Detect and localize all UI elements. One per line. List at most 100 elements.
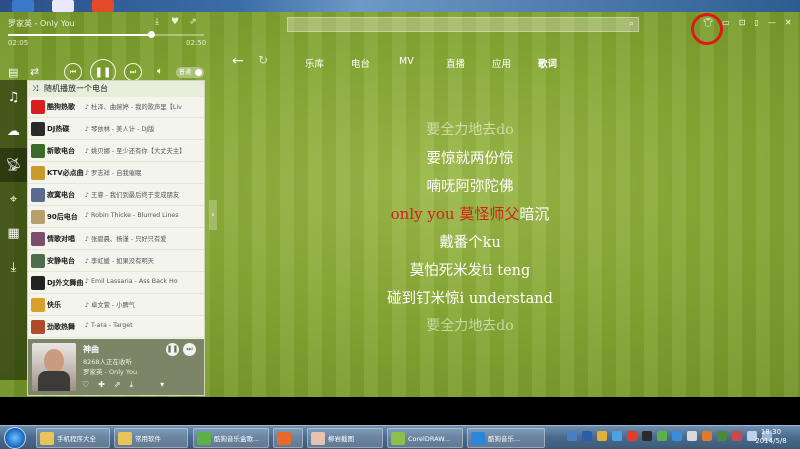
nav-tab[interactable]: MV [399, 56, 414, 67]
mini-mode-icon[interactable]: ⊡ [739, 18, 746, 27]
station-row[interactable]: 情歌对唱 ♪ 张碧晨、杨谨 - 只好只有爱 [28, 229, 204, 250]
heart-icon[interactable]: ♥ [170, 17, 180, 27]
pause-icon[interactable]: ❚❚ [166, 343, 179, 356]
station-thumbnail [31, 122, 45, 136]
add-icon[interactable]: ✚ [98, 380, 105, 390]
taskbar-button[interactable]: 常用软件 [114, 428, 188, 448]
station-row[interactable]: 劲歌热舞 ♪ T-ara - Target [28, 317, 204, 338]
nav-tab[interactable]: 电台 [351, 56, 370, 70]
station-row[interactable]: 快乐 ♪ 卓文萱 - 小脾气 [28, 295, 204, 316]
collapse-panel-handle[interactable]: ‹ [209, 200, 217, 230]
nav-tab[interactable]: 乐库 [305, 56, 324, 70]
listener-count: 8268人正在收听 [83, 358, 133, 366]
taskbar-button[interactable]: 手机程序大全 [36, 428, 110, 448]
station-current-song: ♪ 张碧晨、杨谨 - 只好只有爱 [85, 236, 167, 243]
sound-mode-toggle[interactable]: 普通 [176, 67, 204, 78]
progress-bar[interactable] [8, 31, 204, 38]
cloud-icon[interactable]: ☁ [0, 114, 27, 148]
nav-tab[interactable]: 歌词 [538, 56, 557, 70]
taskbar-button[interactable] [273, 428, 303, 448]
tray-icon[interactable] [597, 431, 607, 441]
station-current-song: ♪ Robin Thicke - Blurred Lines [85, 212, 179, 219]
taskbar-button[interactable]: 酷狗音乐盒歌... [193, 428, 269, 448]
phone-icon[interactable]: ▯ [754, 18, 758, 27]
desktop-background [0, 0, 800, 12]
lyric-line: 要全力地去do [426, 318, 514, 334]
station-row[interactable]: 寂寞电台 ♪ 王睿 - 我们到最后终于变成朋友 [28, 185, 204, 206]
tray-icon[interactable] [717, 431, 727, 441]
taskbar-button[interactable]: CorelDRAW... [387, 428, 463, 448]
station-thumbnail [31, 166, 45, 180]
tray-icon[interactable] [702, 431, 712, 441]
station-thumbnail [31, 100, 45, 114]
station-row[interactable]: 新歌电台 ♪ 姚贝娜 - 至少还有你【大丈夫主】 [28, 141, 204, 162]
system-clock[interactable]: 18:30 2014/5/8 [746, 428, 796, 446]
station-current-song: ♪ 罗志祥 - 自我催眠 [85, 170, 142, 177]
tray-icon[interactable] [672, 431, 682, 441]
station-row[interactable]: 90后电台 ♪ Robin Thicke - Blurred Lines [28, 207, 204, 228]
taskbar-label: 手机程序大全 [57, 435, 96, 443]
message-icon[interactable]: ▭ [722, 18, 730, 27]
share-icon[interactable]: ⇗ [114, 380, 121, 390]
download-manager-icon[interactable]: ⤓ [0, 250, 27, 284]
station-row[interactable]: KTV必点曲 ♪ 罗志祥 - 自我催眠 [28, 163, 204, 184]
location-icon[interactable]: ⌖ [0, 182, 27, 216]
refresh-icon[interactable]: ↻ [258, 53, 268, 67]
station-row[interactable]: DJ热碟 ♪ 琴依林 - 美人计 - DJ版 [28, 119, 204, 140]
share-icon[interactable]: ⇗ [188, 17, 198, 27]
current-song-title: 罗家英 - Only You [8, 19, 75, 28]
document-icon[interactable]: ▦ [0, 216, 27, 250]
station-name: 90后电台 [47, 213, 78, 221]
red-annotation-circle [688, 10, 726, 48]
shuffle-icon[interactable]: ⇄ [30, 65, 39, 78]
random-station-button[interactable]: ⤨ 随机播放一个电台 [28, 81, 204, 97]
tray-icon[interactable] [657, 431, 667, 441]
station-row[interactable]: 安静电台 ♪ 李虹媛 - 如果没有明天 [28, 251, 204, 272]
tray-icon[interactable] [612, 431, 622, 441]
playlist-icon[interactable]: ▤ [8, 66, 18, 79]
station-row[interactable]: DJ外文舞曲 ♪ Emil Lassaria - Ass Back Ho [28, 273, 204, 294]
back-arrow-icon[interactable]: ← [232, 53, 244, 69]
desktop-icon[interactable] [12, 0, 34, 12]
minimize-icon[interactable]: — [768, 18, 776, 27]
taskbar-button[interactable]: 酷狗音乐... [467, 428, 545, 448]
download-icon[interactable]: ⤓ [130, 380, 134, 390]
lyric-line: 喃呒阿弥陀佛 [426, 179, 514, 195]
desktop-icon[interactable] [92, 0, 114, 12]
download-icon[interactable]: ⤓ [152, 17, 162, 27]
station-name: 新歌电台 [47, 147, 75, 155]
tray-icon[interactable] [627, 431, 637, 441]
station-thumbnail [31, 188, 45, 202]
radio-icon[interactable]: 📡︎ [0, 148, 27, 182]
music-note-icon[interactable]: ♫ [0, 80, 27, 114]
tray-icon[interactable] [732, 431, 742, 441]
next-icon[interactable]: ⏭ [183, 343, 196, 356]
app-icon [311, 432, 325, 445]
previous-button[interactable]: ⏮ [64, 63, 82, 81]
close-icon[interactable]: ✕ [785, 18, 792, 27]
more-chevron-icon[interactable]: ▾ [160, 380, 164, 390]
tray-icon[interactable] [642, 431, 652, 441]
nav-tab[interactable]: 直播 [446, 56, 465, 70]
progress-knob[interactable] [148, 31, 156, 38]
search-input[interactable]: ⌕ [287, 17, 639, 32]
nav-tab[interactable]: 应用 [492, 56, 511, 70]
search-icon[interactable]: ⌕ [629, 19, 634, 29]
left-nav-rail: ♫ ☁ 📡︎ ⌖ ▦ ⤓ [0, 80, 27, 380]
clock-time: 18:30 [760, 428, 782, 436]
start-button[interactable] [4, 427, 26, 449]
volume-icon[interactable]: 🔈︎ [157, 66, 163, 77]
station-thumbnail [31, 232, 45, 246]
lyric-line: 要全力地去do [426, 122, 514, 138]
station-row[interactable]: 酷狗热歌 ♪ 杜泽、曲婉婷 - 我的歌声里【Liv [28, 97, 204, 118]
tray-icon[interactable] [567, 431, 577, 441]
now-playing-card: 神曲 8268人正在收听 罗家英 - Only You ❚❚ ⏭ ♡ ✚ ⇗ ⤓… [28, 339, 204, 395]
station-thumbnail [31, 298, 45, 312]
tray-icon[interactable] [582, 431, 592, 441]
next-button[interactable]: ⏭ [124, 63, 142, 81]
station-thumbnail [31, 210, 45, 224]
taskbar-button[interactable]: 柳岩截图 [307, 428, 383, 448]
desktop-icon[interactable] [52, 0, 74, 12]
dislike-icon[interactable]: ♡ [82, 380, 89, 390]
tray-icon[interactable] [687, 431, 697, 441]
